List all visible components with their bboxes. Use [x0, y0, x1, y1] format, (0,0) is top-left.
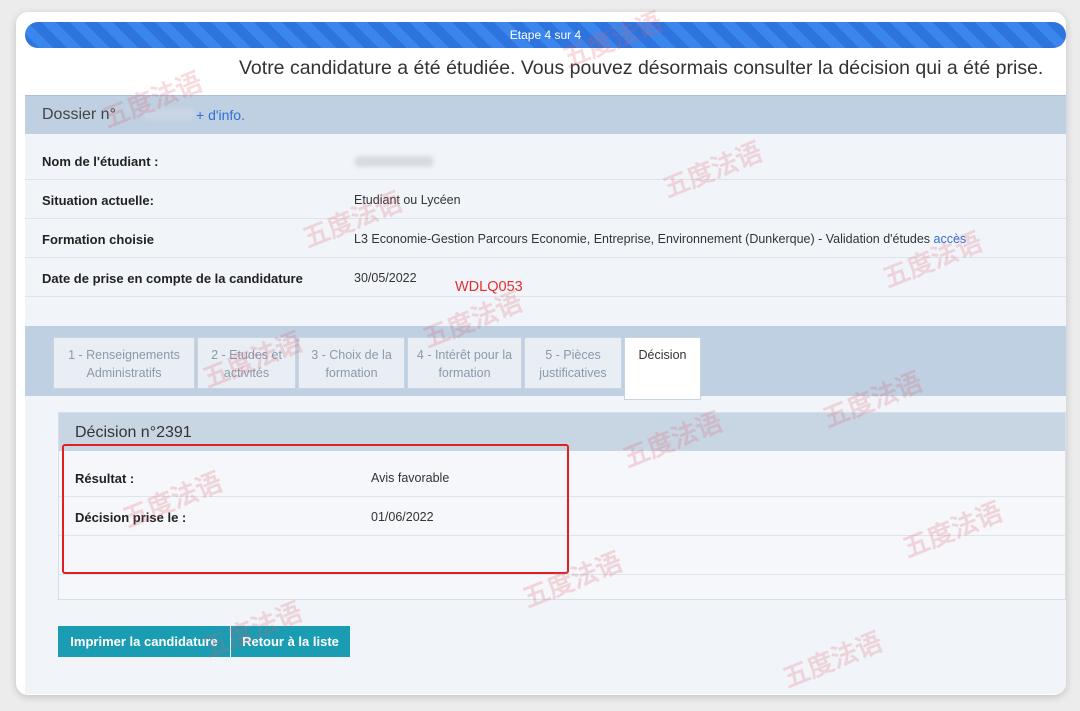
dossier-header: Dossier n° + d'info. — [25, 95, 1066, 134]
field-value: L3 Economie-Gestion Parcours Economie, E… — [354, 232, 966, 246]
field-label: Nom de l'étudiant : — [42, 154, 159, 169]
progress-bar: Etape 4 sur 4 — [25, 22, 1066, 48]
field-value: 30/05/2022 — [354, 271, 417, 285]
back-to-list-button[interactable]: Retour à la liste — [231, 626, 350, 657]
field-label: Formation choisie — [42, 232, 154, 247]
tab-pieces[interactable]: 5 - Pièces justificatives — [524, 337, 622, 389]
tab-etudes[interactable]: 2 - Etudes et activités — [197, 337, 296, 389]
tabs-bar: 1 - Renseignements Administratifs 2 - Et… — [25, 326, 1066, 400]
field-row-situation: Situation actuelle: Etudiant ou Lycéen — [25, 180, 1066, 219]
application-card: Etape 4 sur 4 Votre candidature a été ét… — [16, 12, 1066, 695]
field-value-redacted — [354, 154, 434, 168]
tab-choix[interactable]: 3 - Choix de la formation — [298, 337, 405, 389]
dossier-label: Dossier n° — [42, 106, 116, 123]
field-row-name: Nom de l'étudiant : — [25, 141, 1066, 180]
more-info-link[interactable]: + d'info. — [196, 107, 245, 123]
field-label: Situation actuelle: — [42, 193, 154, 208]
progress-label: Etape 4 sur 4 — [509, 28, 582, 42]
field-row-date: Date de prise en compte de la candidatur… — [25, 258, 1066, 297]
formation-access-link[interactable]: accès — [934, 232, 967, 246]
tab-interet[interactable]: 4 - Intérêt pour la formation — [407, 337, 522, 389]
annotation-code: WDLQ053 — [455, 279, 523, 295]
field-label: Date de prise en compte de la candidatur… — [42, 271, 303, 286]
tab-renseignements[interactable]: 1 - Renseignements Administratifs — [53, 337, 195, 389]
field-value: Etudiant ou Lycéen — [354, 193, 461, 207]
page-headline: Votre candidature a été étudiée. Vous po… — [239, 57, 1044, 79]
tab-decision[interactable]: Décision — [624, 337, 701, 400]
formation-text: L3 Economie-Gestion Parcours Economie, E… — [354, 232, 931, 246]
red-highlight-box — [62, 444, 569, 574]
field-row-formation: Formation choisie L3 Economie-Gestion Pa… — [25, 219, 1066, 258]
dossier-number-redacted — [143, 108, 195, 121]
print-application-button[interactable]: Imprimer la candidature — [58, 626, 230, 657]
